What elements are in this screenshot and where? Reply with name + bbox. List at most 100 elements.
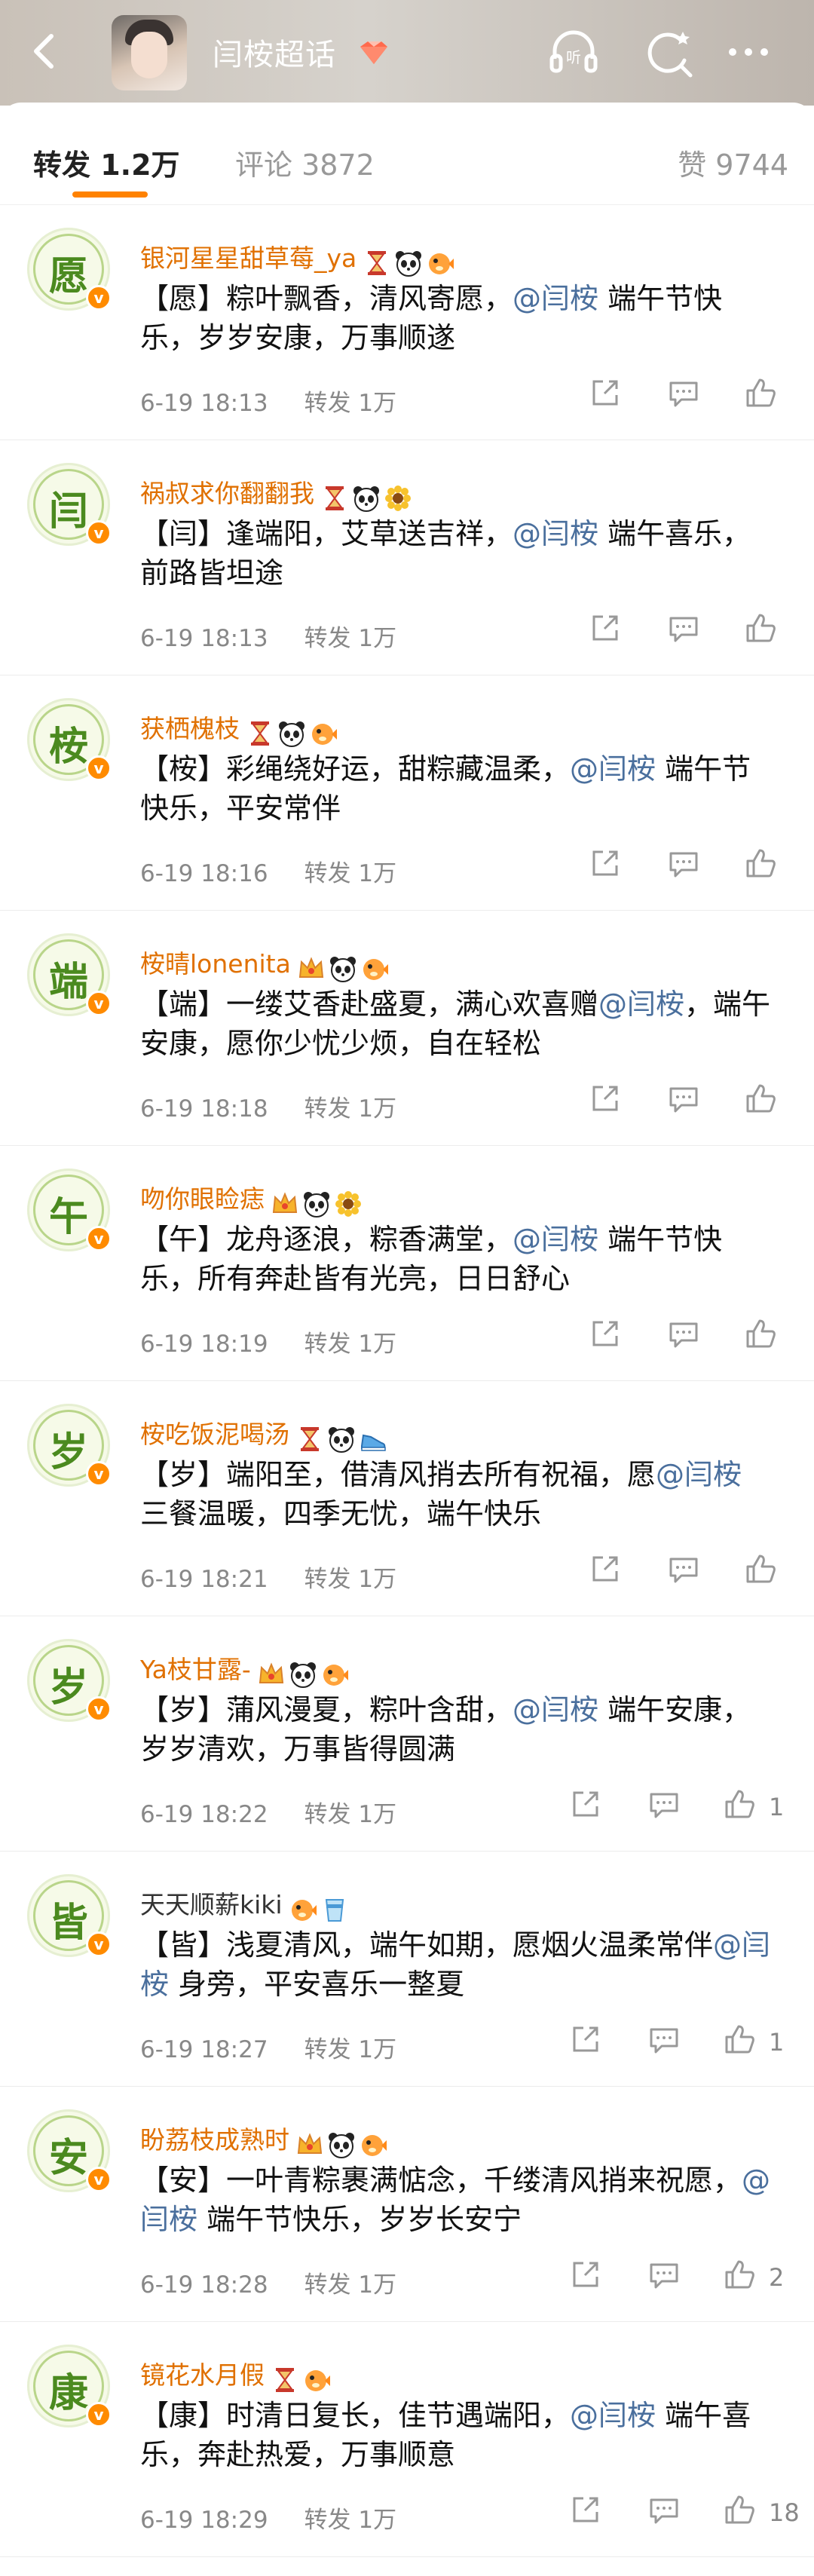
avatar[interactable]: 端 v: [27, 933, 112, 1016]
list-item[interactable]: 安 v 盼荔枝成熟时 【安】一叶青粽裹满惦念，千缕清风捎来祝愿，@闫桉 端午节快…: [0, 2087, 814, 2322]
share-button[interactable]: [588, 1316, 623, 1354]
post-time: 6-19 18:19: [140, 1331, 268, 1358]
share-button[interactable]: [588, 375, 623, 413]
list-item[interactable]: 岁 v Ya枝甘露- 【岁】蒲风漫夏，粽叶含甜，@闫桉 端午安康，岁岁清欢，万事…: [0, 1616, 814, 1852]
comment-button[interactable]: [666, 1081, 701, 1119]
avatar[interactable]: 康 v: [27, 2345, 112, 2427]
mention-link[interactable]: @闫桉: [656, 1458, 742, 1491]
username-text[interactable]: 桉晴lonenita: [140, 949, 291, 979]
user-badges: [271, 2363, 334, 2394]
list-item[interactable]: 闫 v 祸叔求你翻翻我 【闫】逢端阳，艾草送吉祥，@闫桉 端午喜乐，前路皆坦途 …: [0, 440, 814, 675]
tab-like[interactable]: 赞 9744: [678, 142, 788, 183]
avatar[interactable]: 岁 v: [27, 1404, 112, 1487]
post-text: 【皆】浅夏清风，端午如期，愿烟火温柔常伴@闫桉 身旁，平安喜乐一整夏: [140, 1925, 773, 2004]
mention-link[interactable]: @闫桉: [570, 2399, 656, 2432]
check-in-icon[interactable]: [642, 26, 695, 78]
chevron-left-icon[interactable]: [23, 29, 68, 74]
comment-button[interactable]: [666, 1551, 701, 1589]
list-item[interactable]: 皆 v 天天顺薪kiki 【皆】浅夏清风，端午如期，愿烟火温柔常伴@闫桉 身旁，…: [0, 1852, 814, 2087]
mention-link[interactable]: @闫桉: [513, 517, 598, 550]
username-text[interactable]: 桉吃饭泥喝汤: [140, 1420, 289, 1449]
username[interactable]: 桉吃饭泥喝汤: [140, 1414, 390, 1453]
tab-comment[interactable]: 评论 3872: [235, 142, 375, 183]
share-button[interactable]: [588, 846, 623, 884]
list-item[interactable]: 康 v 镜花水月假 【康】时清日复长，佳节遇端阳，@闫桉 端午喜乐，奔赴热爱，万…: [0, 2322, 814, 2557]
list-item[interactable]: 午 v 吻你眼睑痣 【午】龙舟逐浪，粽香满堂，@闫桉 端午节快乐，所有奔赴皆有光…: [0, 1146, 814, 1381]
username[interactable]: 桉晴lonenita: [140, 944, 392, 983]
share-button[interactable]: [588, 1551, 623, 1589]
more-icon[interactable]: [722, 26, 775, 78]
comment-icon: [669, 1322, 698, 1348]
like-button[interactable]: [722, 2257, 757, 2295]
like-button[interactable]: [722, 2492, 757, 2530]
username[interactable]: 祸叔求你翻翻我: [140, 473, 415, 513]
comment-button[interactable]: [666, 611, 701, 648]
username-text[interactable]: Ya枝甘露-: [140, 1655, 251, 1684]
comment-button[interactable]: [666, 1316, 701, 1354]
username[interactable]: Ya枝甘露-: [140, 1649, 352, 1689]
verified-badge-icon: v: [86, 1931, 112, 1957]
puffer-fish-icon: [309, 717, 341, 746]
tab-repost[interactable]: 转发 1.2万: [33, 142, 180, 183]
post-meta: 6-19 18:13 转发 1万: [140, 619, 396, 653]
username-text[interactable]: 镜花水月假: [140, 2360, 265, 2390]
thumbs-up-icon: [725, 2495, 754, 2524]
mention-link[interactable]: @闫桉: [513, 1693, 598, 1726]
username[interactable]: 镜花水月假: [140, 2355, 334, 2394]
share-button[interactable]: [568, 2492, 603, 2530]
comment-button[interactable]: [647, 2492, 681, 2530]
like-button[interactable]: [743, 846, 778, 884]
share-button[interactable]: [568, 2257, 603, 2295]
like-button[interactable]: [743, 1316, 778, 1354]
username-text[interactable]: 祸叔求你翻翻我: [140, 479, 314, 508]
comment-button[interactable]: [647, 2022, 681, 2060]
like-button[interactable]: [743, 1081, 778, 1119]
page-title[interactable]: 闫桉超话: [213, 30, 336, 74]
avatar[interactable]: 岁 v: [27, 1639, 112, 1722]
thumbs-up-icon: [725, 2025, 754, 2054]
avatar[interactable]: 午 v: [27, 1169, 112, 1251]
username-text[interactable]: 银河星星甜草莓_ya: [140, 244, 357, 273]
like-button[interactable]: [743, 1551, 778, 1589]
listen-icon[interactable]: 听: [547, 26, 600, 78]
list-item[interactable]: 端 v 桉晴lonenita 【端】一缕艾香赴盛夏，满心欢喜赠@闫桉，端午安康，…: [0, 911, 814, 1146]
share-button[interactable]: [568, 2022, 603, 2060]
topic-avatar[interactable]: [112, 15, 187, 90]
post-text: 【桉】彩绳绕好运，甜粽藏温柔，@闫桉 端午节快乐，平安常伴: [140, 749, 773, 828]
username[interactable]: 获栖槐枝: [140, 709, 341, 748]
avatar[interactable]: 闫 v: [27, 463, 112, 546]
like-button[interactable]: [722, 1787, 757, 1824]
comment-button[interactable]: [647, 1787, 681, 1824]
share-button[interactable]: [568, 1787, 603, 1824]
tab-indicator: [72, 191, 148, 198]
share-button[interactable]: [588, 611, 623, 648]
username-text[interactable]: 盼荔枝成熟时: [140, 2125, 289, 2155]
username[interactable]: 盼荔枝成熟时: [140, 2120, 390, 2159]
share-icon: [573, 1791, 598, 1817]
list-item[interactable]: 岁 v 桉吃饭泥喝汤 【岁】端阳至，借清风捎去所有祝福，愿@闫桉 三餐温暖，四季…: [0, 1381, 814, 1616]
like-button[interactable]: [743, 375, 778, 413]
avatar[interactable]: 安 v: [27, 2109, 112, 2192]
avatar[interactable]: 桉 v: [27, 698, 112, 781]
mention-link[interactable]: @闫桉: [513, 1223, 598, 1256]
username[interactable]: 天天顺薪kiki: [140, 1885, 352, 1924]
username-text[interactable]: 获栖槐枝: [140, 714, 240, 743]
share-icon: [573, 2497, 598, 2522]
comment-button[interactable]: [647, 2257, 681, 2295]
avatar[interactable]: 皆 v: [27, 1874, 112, 1957]
username-text[interactable]: 天天顺薪kiki: [140, 1890, 283, 1919]
username[interactable]: 吻你眼睑痣: [140, 1179, 366, 1218]
mention-link[interactable]: @闫桉: [570, 752, 656, 786]
share-button[interactable]: [588, 1081, 623, 1119]
list-item[interactable]: 桉 v 获栖槐枝 【桉】彩绳绕好运，甜粽藏温柔，@闫桉 端午节快乐，平安常伴 6…: [0, 675, 814, 911]
comment-button[interactable]: [666, 375, 701, 413]
mention-link[interactable]: @闫桉: [513, 282, 598, 315]
comment-button[interactable]: [666, 846, 701, 884]
username[interactable]: 银河星星甜草莓_ya: [140, 238, 457, 277]
like-button[interactable]: [743, 611, 778, 648]
avatar[interactable]: 愿 v: [27, 228, 112, 311]
list-item[interactable]: 愿 v 银河星星甜草莓_ya 【愿】粽叶飘香，清风寄愿，@闫桉 端午节快乐，岁岁…: [0, 205, 814, 440]
like-button[interactable]: [722, 2022, 757, 2060]
mention-link[interactable]: @闫桉: [598, 988, 684, 1021]
username-text[interactable]: 吻你眼睑痣: [140, 1184, 265, 1214]
